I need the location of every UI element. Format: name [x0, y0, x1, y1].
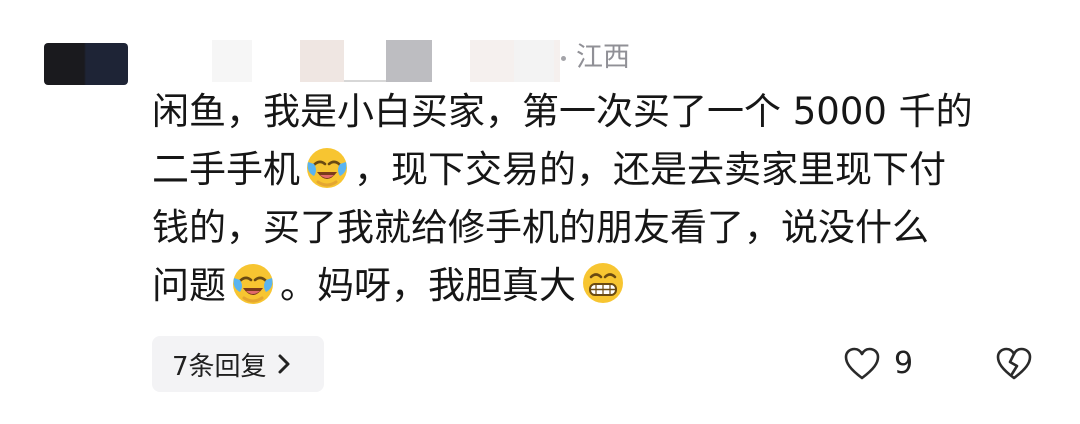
location-label: 江西	[576, 42, 630, 73]
chevron-right-icon	[278, 354, 290, 374]
comment-text-segment: 问题	[152, 264, 226, 307]
broken-heart-icon[interactable]	[994, 344, 1034, 384]
redacted-username	[386, 40, 432, 82]
comment-line: 二手手机 ，现下交易的，还是去卖家里现下付	[152, 141, 1052, 199]
redacted-username	[344, 40, 386, 82]
comment-line: 闲鱼，我是小白买家，第一次买了一个 5000 千的	[152, 83, 1052, 141]
redacted-username	[212, 40, 252, 82]
grinning-face-icon	[583, 263, 623, 303]
comment-text-segment: 闲鱼，我是小白买家，第一次买了一个 5000 千的	[152, 90, 973, 133]
comment-text-segment: 钱的，买了我就给修手机的朋友看了，说没什么	[152, 206, 929, 249]
separator-dot	[561, 56, 566, 61]
view-replies-button[interactable]: 7条回复	[152, 336, 324, 392]
comment-line: 问题 。妈呀，我胆真大	[152, 257, 1052, 315]
face-with-tears-of-joy-icon	[307, 148, 347, 188]
replies-label: 7条回复	[172, 351, 267, 382]
comment-text-segment: ，现下交易的，还是去卖家里现下付	[354, 148, 946, 191]
comment-text-segment: 二手手机	[152, 148, 300, 191]
like-count: 9	[894, 346, 914, 381]
face-with-tears-of-joy-icon	[233, 264, 273, 304]
comment-card: 江西 闲鱼，我是小白买家，第一次买了一个 5000 千的 二手手机 ，现下交易的…	[0, 0, 1080, 424]
comment-text: 闲鱼，我是小白买家，第一次买了一个 5000 千的 二手手机 ，现下交易的，还是…	[152, 83, 1052, 315]
avatar[interactable]	[44, 43, 128, 85]
redacted-username	[514, 40, 554, 82]
comment-line: 钱的，买了我就给修手机的朋友看了，说没什么	[152, 199, 1052, 257]
comment-text-segment: 。妈呀，我胆真大	[280, 264, 576, 307]
heart-icon[interactable]	[842, 344, 882, 384]
redacted-username	[300, 40, 344, 82]
